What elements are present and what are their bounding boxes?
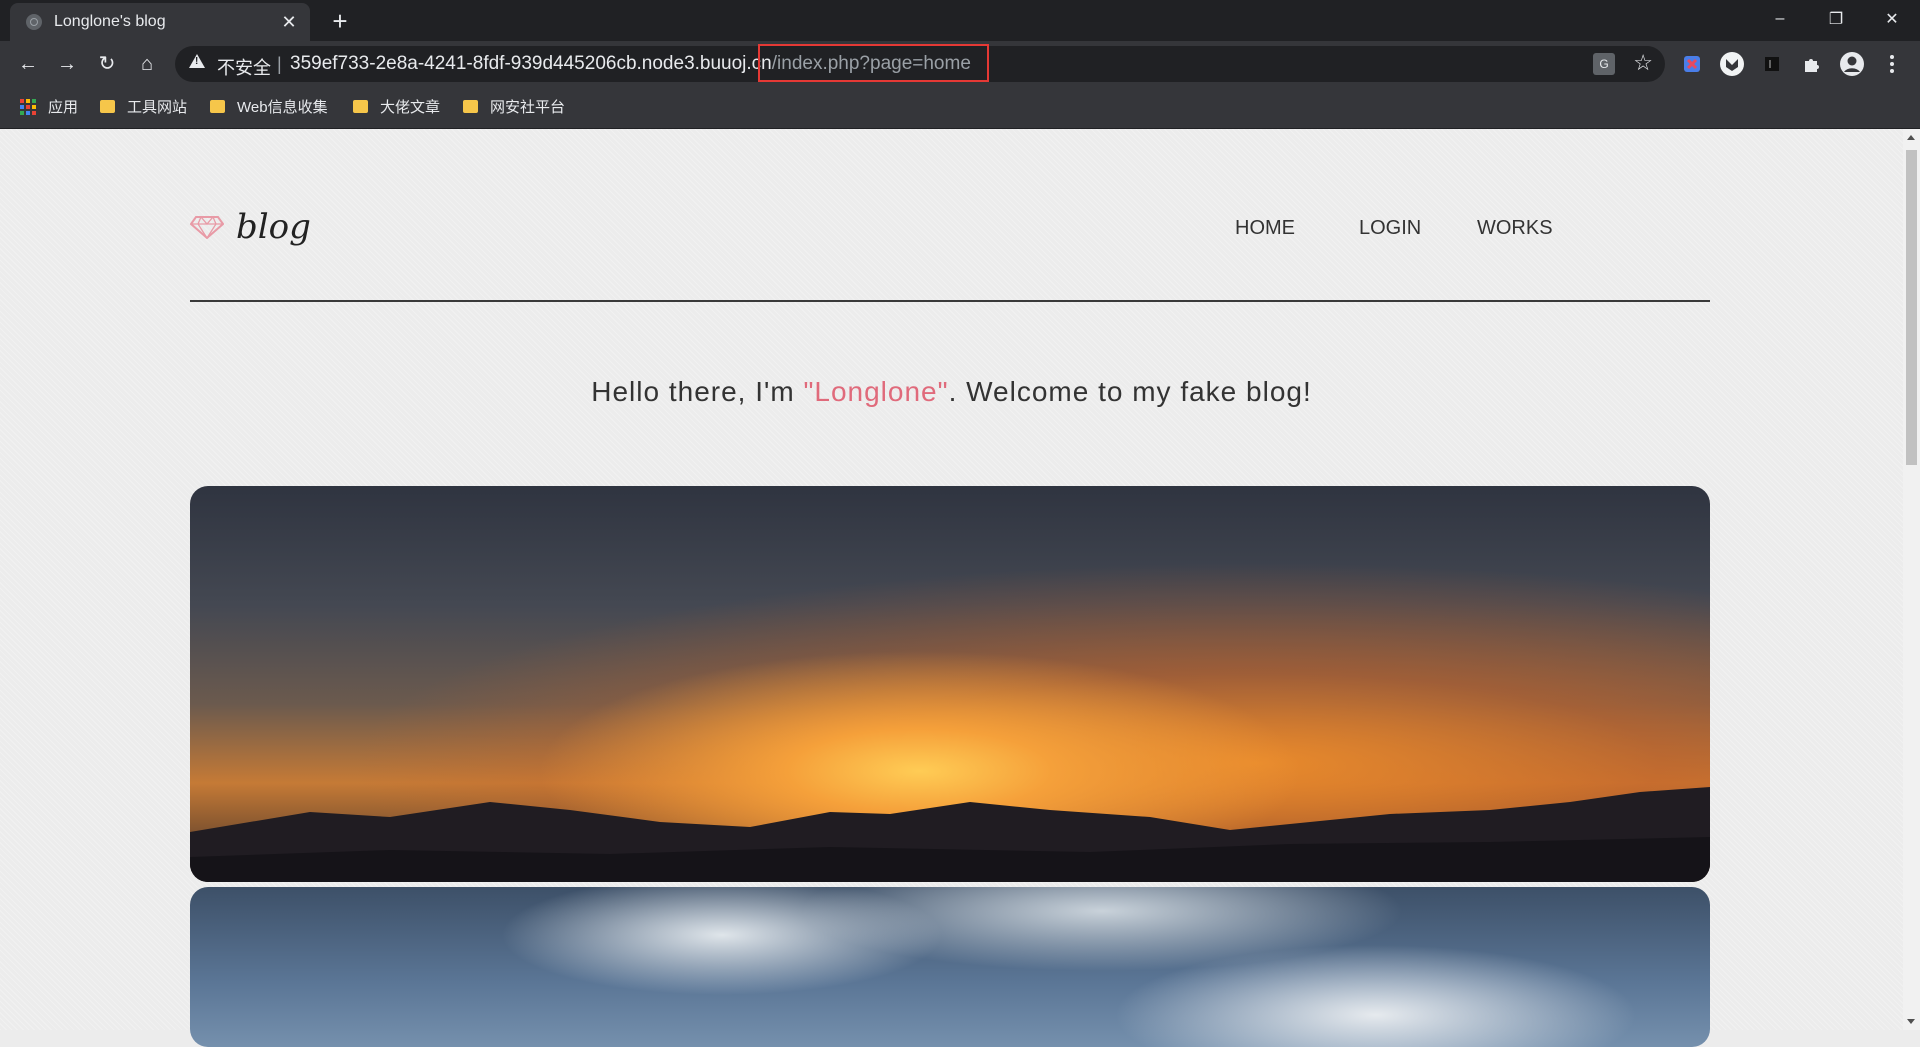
profile-icon[interactable] — [1839, 51, 1865, 77]
bookmark-label: 工具网站 — [127, 99, 188, 116]
close-tab-icon[interactable]: ✕ — [280, 12, 298, 33]
dark-extension-icon[interactable] — [1759, 51, 1785, 77]
welcome-prefix: Hello there, I'm — [591, 376, 804, 407]
bookmark-folder-security-platform[interactable]: 网安社平台 — [463, 96, 565, 117]
warning-icon[interactable] — [189, 54, 205, 68]
bookmark-folder-articles[interactable]: 大佬文章 — [353, 96, 440, 117]
ghost-extension-icon[interactable] — [1719, 51, 1745, 77]
minimize-button[interactable]: – — [1752, 0, 1808, 38]
bookmark-folder-web-info[interactable]: Web信息收集 — [210, 96, 328, 117]
scroll-thumb[interactable] — [1906, 150, 1917, 465]
reload-button[interactable]: ↻ — [91, 48, 123, 80]
bookmark-apps[interactable]: 应用 — [20, 96, 78, 117]
header-divider — [190, 300, 1710, 302]
mountain-silhouette — [190, 787, 1710, 882]
bookmark-label: Web信息收集 — [237, 99, 328, 116]
sunset-photo — [190, 486, 1710, 882]
welcome-suffix: . Welcome to my fake blog! — [948, 376, 1312, 407]
scroll-down-arrow-icon[interactable] — [1907, 1019, 1915, 1024]
puzzle-icon[interactable] — [1799, 51, 1825, 77]
restore-button[interactable]: ❐ — [1808, 0, 1864, 38]
address-separator: | — [277, 54, 282, 74]
extension-icon[interactable] — [1679, 51, 1705, 77]
bookmarks-bar: 应用 工具网站 Web信息收集 大佬文章 网安社平台 — [0, 87, 1920, 129]
close-window-button[interactable]: ✕ — [1864, 0, 1920, 38]
translate-icon[interactable]: G — [1593, 53, 1615, 75]
apps-grid-icon — [20, 98, 36, 115]
page-content: blog HOME LOGIN WORKS Hello there, I'm "… — [0, 129, 1903, 1047]
site-logo[interactable]: blog — [190, 207, 311, 247]
page-scrollbar[interactable] — [1903, 129, 1920, 1030]
folder-icon — [210, 100, 225, 113]
cloudy-sky-photo — [190, 887, 1710, 1047]
bookmark-folder-tools[interactable]: 工具网站 — [100, 96, 187, 117]
menu-icon[interactable] — [1879, 51, 1905, 77]
new-tab-button[interactable]: + — [325, 6, 355, 36]
welcome-heading: Hello there, I'm "Longlone". Welcome to … — [0, 376, 1903, 408]
diamond-icon — [190, 216, 224, 239]
tab-title: Longlone's blog — [54, 13, 166, 30]
browser-tab[interactable]: Longlone's blog ✕ — [10, 3, 310, 41]
folder-icon — [100, 100, 115, 113]
scroll-up-arrow-icon[interactable] — [1907, 135, 1915, 140]
url-host: 359ef733-2e8a-4241-8fdf-939d445206cb.nod… — [290, 53, 772, 74]
tab-strip: Longlone's blog ✕ + – ❐ ✕ — [0, 0, 1920, 41]
window-controls: – ❐ ✕ — [1752, 0, 1920, 38]
nav-login[interactable]: LOGIN — [1359, 217, 1421, 240]
back-button[interactable]: ← — [12, 48, 44, 80]
folder-icon — [353, 100, 368, 113]
folder-icon — [463, 100, 478, 113]
url-path-highlight — [758, 44, 989, 82]
home-button[interactable]: ⌂ — [131, 48, 163, 80]
nav-works[interactable]: WORKS — [1477, 217, 1553, 240]
bookmark-label: 大佬文章 — [380, 99, 441, 116]
bookmark-label: 网安社平台 — [490, 99, 566, 116]
welcome-name: "Longlone" — [803, 376, 949, 407]
globe-icon — [26, 14, 42, 30]
insecure-label[interactable]: 不安全 — [217, 54, 271, 80]
forward-button[interactable]: → — [51, 48, 83, 80]
nav-home[interactable]: HOME — [1235, 217, 1295, 240]
logo-text: blog — [236, 207, 311, 247]
bookmark-star-icon[interactable]: ☆ — [1633, 50, 1653, 76]
bookmark-label: 应用 — [48, 99, 79, 116]
